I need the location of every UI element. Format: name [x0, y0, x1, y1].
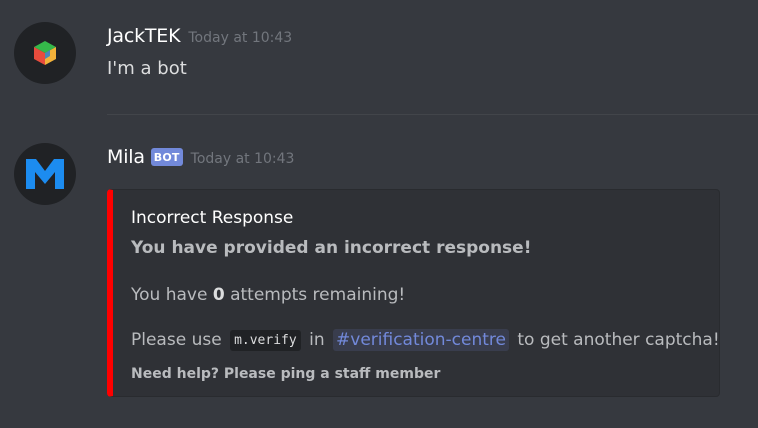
- timestamp: Today at 10:43: [188, 30, 293, 46]
- embed-description-bold: You have provided an incorrect response!: [131, 238, 532, 258]
- embed-footer: Need help? Please ping a staff member: [131, 366, 441, 382]
- mila-avatar[interactable]: [14, 143, 76, 205]
- please-suffix: to get another captcha!: [517, 330, 720, 350]
- in-word: in: [309, 330, 325, 350]
- embed-title: Incorrect Response: [131, 208, 294, 228]
- username[interactable]: Mila: [107, 146, 145, 168]
- attempts-suffix: attempts remaining!: [224, 285, 406, 305]
- attempts-count: 0: [212, 285, 225, 305]
- chat-area: JackTEK Today at 10:43 I'm a bot Mila BO…: [0, 0, 758, 428]
- please-prefix: Please use: [131, 330, 222, 350]
- m-logo-icon: [26, 159, 64, 189]
- jacktek-avatar[interactable]: [14, 22, 76, 84]
- message-divider: [107, 114, 758, 115]
- attempts-prefix: You have: [131, 285, 213, 305]
- message-header: Mila BOT Today at 10:43: [107, 146, 294, 168]
- colorful-cube-icon: [34, 41, 56, 65]
- bot-badge: BOT: [150, 148, 183, 166]
- timestamp: Today at 10:43: [190, 151, 295, 167]
- embed-attempts-line: You have 0 attempts remaining!: [131, 285, 405, 305]
- embed-instructions-line: Please use m.verify in #verification-cen…: [131, 329, 720, 351]
- embed: Incorrect Response You have provided an …: [107, 189, 720, 397]
- message-content: I'm a bot: [107, 58, 187, 79]
- command-code: m.verify: [230, 330, 301, 351]
- channel-mention[interactable]: #verification-centre: [333, 329, 509, 351]
- username[interactable]: JackTEK: [107, 25, 181, 47]
- message-header: JackTEK Today at 10:43: [107, 25, 292, 47]
